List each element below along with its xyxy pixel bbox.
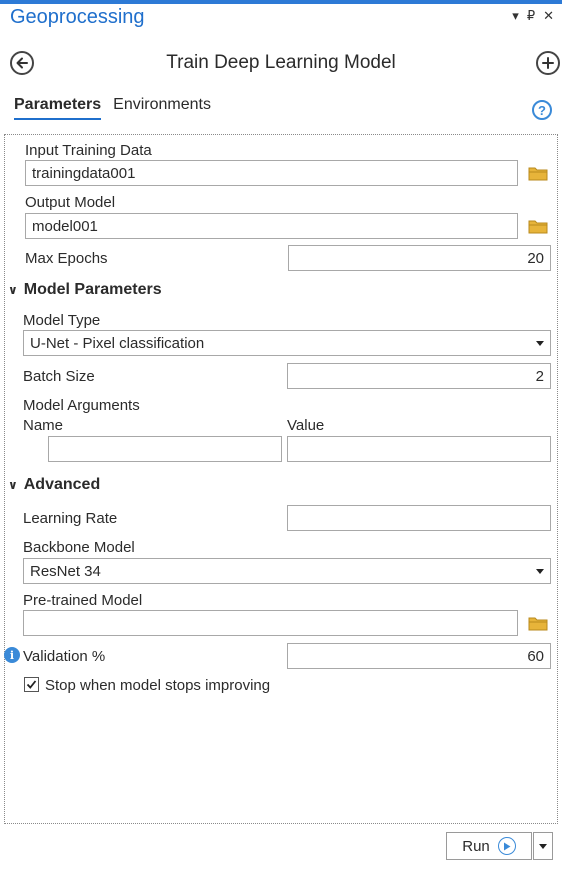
stop-when-improving-label: Stop when model stops improving xyxy=(45,677,271,694)
name-column-header: Name xyxy=(23,417,64,434)
backbone-model-label: Backbone Model xyxy=(23,539,135,556)
folder-icon[interactable] xyxy=(528,615,548,631)
model-type-label: Model Type xyxy=(23,312,101,329)
output-model-label: Output Model xyxy=(25,194,116,211)
validation-field[interactable] xyxy=(287,643,551,669)
batch-size-label: Batch Size xyxy=(23,368,95,385)
chevron-down-icon: ∨ xyxy=(8,478,18,492)
chevron-down-icon xyxy=(536,568,544,574)
plus-icon xyxy=(542,57,554,69)
model-arguments-label: Model Arguments xyxy=(23,397,140,414)
run-label: Run xyxy=(462,837,490,855)
output-model-field[interactable] xyxy=(25,213,518,239)
advanced-section[interactable]: ∨ Advanced xyxy=(8,476,100,494)
chevron-down-icon xyxy=(539,843,547,849)
checkmark-icon xyxy=(26,680,37,689)
close-icon[interactable]: ✕ xyxy=(543,8,554,24)
tab-environments[interactable]: Environments xyxy=(113,96,211,120)
batch-size-field[interactable] xyxy=(287,363,551,389)
pane-menu-icon[interactable]: ▾ xyxy=(512,8,519,24)
input-training-data-label: Input Training Data xyxy=(25,142,152,159)
model-parameters-heading: Model Parameters xyxy=(23,281,162,298)
learning-rate-field[interactable] xyxy=(287,505,551,531)
input-training-data-field[interactable] xyxy=(25,160,518,186)
tab-bar: Parameters Environments xyxy=(14,96,211,120)
pretrained-model-field[interactable] xyxy=(23,610,518,636)
run-options-dropdown[interactable] xyxy=(533,832,553,860)
add-button[interactable] xyxy=(536,51,560,75)
model-parameters-section[interactable]: ∨ Model Parameters xyxy=(8,281,162,299)
help-icon[interactable]: ? xyxy=(532,100,552,120)
info-icon[interactable]: i xyxy=(4,647,20,663)
pane-title: Geoprocessing xyxy=(10,6,145,28)
play-icon xyxy=(497,837,516,855)
model-type-value: U-Net - Pixel classification xyxy=(30,334,205,352)
pretrained-model-label: Pre-trained Model xyxy=(23,592,143,609)
stop-when-improving-checkbox[interactable] xyxy=(24,677,39,692)
pane-accent-bar xyxy=(0,0,562,4)
tool-title: Train Deep Learning Model xyxy=(166,52,396,73)
run-button[interactable]: Run xyxy=(446,832,532,860)
max-epochs-label: Max Epochs xyxy=(25,250,108,267)
pane-controls: ▾ ₽ ✕ xyxy=(512,8,554,24)
advanced-heading: Advanced xyxy=(23,476,101,493)
learning-rate-label: Learning Rate xyxy=(23,510,118,527)
tab-parameters[interactable]: Parameters xyxy=(14,96,102,120)
pin-icon[interactable]: ₽ xyxy=(527,8,535,24)
argument-value-field[interactable] xyxy=(287,436,551,462)
argument-name-field[interactable] xyxy=(48,436,282,462)
value-column-header: Value xyxy=(287,417,325,434)
validation-label: Validation % xyxy=(23,648,106,665)
backbone-model-select[interactable]: ResNet 34 xyxy=(23,558,551,584)
chevron-down-icon xyxy=(536,340,544,346)
folder-icon[interactable] xyxy=(528,218,548,234)
chevron-down-icon: ∨ xyxy=(8,283,18,297)
backbone-model-value: ResNet 34 xyxy=(30,562,101,580)
folder-icon[interactable] xyxy=(528,165,548,181)
model-type-select[interactable]: U-Net - Pixel classification xyxy=(23,330,551,356)
max-epochs-field[interactable] xyxy=(288,245,551,271)
